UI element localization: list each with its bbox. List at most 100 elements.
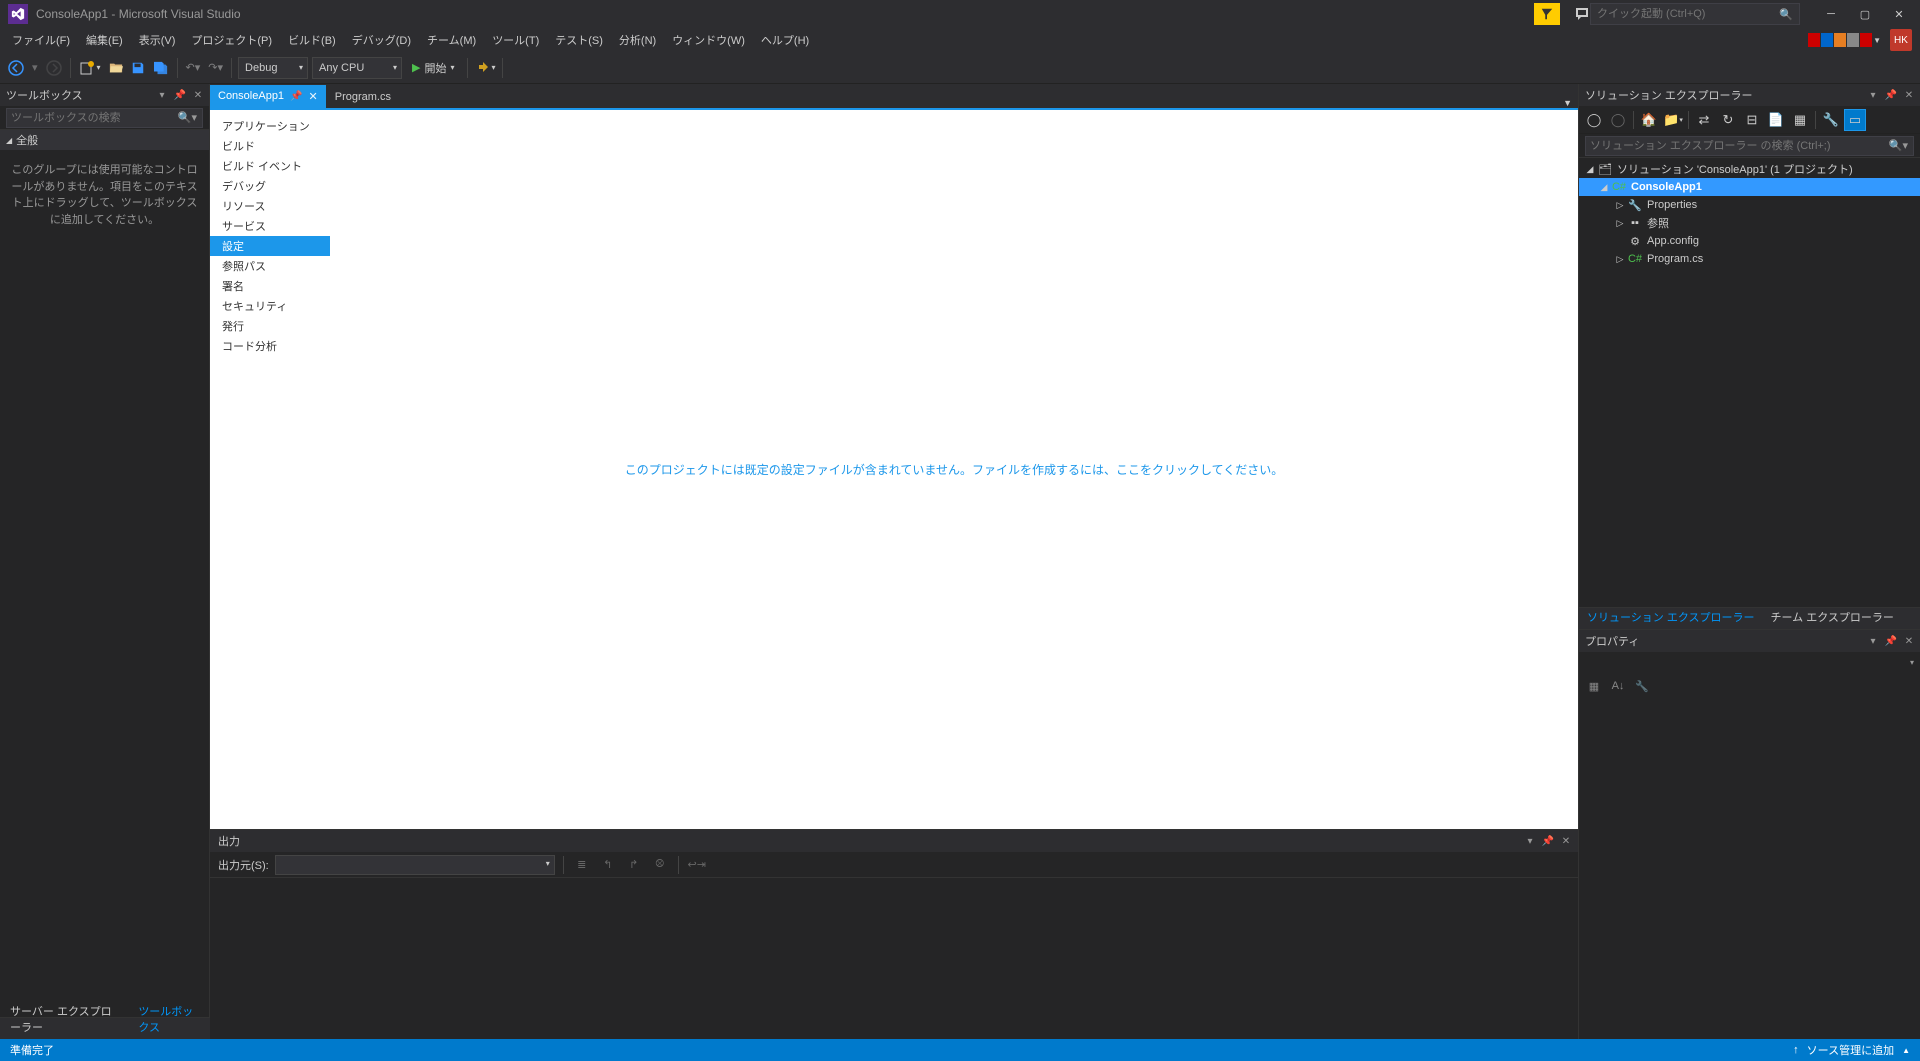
toolbox-search-input[interactable]	[6, 108, 203, 128]
expand-icon[interactable]: ◢	[1597, 182, 1611, 193]
menu-file[interactable]: ファイル(F)	[4, 29, 78, 51]
source-control-add[interactable]: ソース管理に追加	[1807, 1042, 1894, 1058]
menu-tools[interactable]: ツール(T)	[484, 29, 547, 51]
menu-help[interactable]: ヘルプ(H)	[753, 29, 817, 51]
flag-icon-5[interactable]	[1860, 33, 1872, 47]
user-avatar[interactable]: HK	[1890, 29, 1912, 51]
flag-icon-3[interactable]	[1834, 33, 1846, 47]
publish-target-icon[interactable]: ↑	[1793, 1044, 1799, 1056]
close-icon[interactable]: ✕	[309, 90, 318, 103]
settings-nav-build[interactable]: ビルド	[210, 136, 330, 156]
se-dropdown-icon[interactable]: ▾	[1865, 87, 1881, 103]
menu-test[interactable]: テスト(S)	[547, 29, 611, 51]
se-preview-icon[interactable]: ▦	[1789, 109, 1811, 131]
output-wrap-icon[interactable]: ↩⇥	[687, 855, 707, 875]
search-icon[interactable]: 🔍▾	[178, 111, 197, 124]
output-close-icon[interactable]: ✕	[1558, 833, 1574, 849]
tabs-dropdown-icon[interactable]: ▼	[1563, 98, 1572, 108]
tree-program-node[interactable]: ▷ C# Program.cs	[1579, 250, 1920, 268]
menu-view[interactable]: 表示(V)	[131, 29, 184, 51]
se-close-icon[interactable]: ✕	[1901, 87, 1917, 103]
flags-dropdown-icon[interactable]: ▼	[1873, 36, 1881, 45]
settings-nav-publish[interactable]: 発行	[210, 316, 330, 336]
quick-launch-box[interactable]: 🔍	[1590, 3, 1800, 25]
settings-nav-reference-paths[interactable]: 参照パス	[210, 256, 330, 276]
notification-flag-button[interactable]	[1534, 3, 1560, 25]
tree-project-node[interactable]: ◢ C# ConsoleApp1	[1579, 178, 1920, 196]
expand-icon[interactable]: ▷	[1613, 200, 1627, 211]
props-pin-icon[interactable]: 📌	[1883, 633, 1899, 649]
settings-nav-services[interactable]: サービス	[210, 216, 330, 236]
create-settings-link[interactable]: このプロジェクトには既定の設定ファイルが含まれていません。ファイルを作成するには…	[625, 461, 1284, 478]
save-button[interactable]	[127, 56, 149, 80]
se-search-input[interactable]	[1585, 136, 1914, 156]
tab-solution-explorer[interactable]: ソリューション エクスプローラー	[1579, 605, 1763, 629]
toolbox-group-general[interactable]: ◢ 全般	[0, 130, 209, 150]
se-preview-selected-icon[interactable]: ▭	[1844, 109, 1866, 131]
toolbox-dropdown-icon[interactable]: ▾	[154, 87, 170, 103]
se-home-icon[interactable]: 🏠	[1638, 109, 1660, 131]
output-prev-icon[interactable]: ↰	[598, 855, 618, 875]
tab-toolbox[interactable]: ツールボックス	[128, 999, 210, 1039]
output-goto-icon[interactable]: ≣	[572, 855, 592, 875]
nav-back-button[interactable]	[4, 56, 28, 80]
expand-icon[interactable]: ▷	[1613, 254, 1627, 265]
tree-solution-node[interactable]: ◢ 🗂 ソリューション 'ConsoleApp1' (1 プロジェクト)	[1579, 160, 1920, 178]
expand-icon[interactable]: ◢	[1583, 164, 1597, 175]
start-button[interactable]: ▶開始▾	[404, 56, 462, 80]
minimize-button[interactable]: ─	[1814, 2, 1848, 26]
config-combo[interactable]: Debug▾	[238, 57, 308, 79]
save-all-button[interactable]	[149, 56, 173, 80]
menu-project[interactable]: プロジェクト(P)	[183, 29, 280, 51]
flag-icon-4[interactable]	[1847, 33, 1859, 47]
settings-nav-settings[interactable]: 設定	[210, 236, 330, 256]
se-back-icon[interactable]: ◯	[1583, 109, 1605, 131]
tree-properties-node[interactable]: ▷ 🔧 Properties	[1579, 196, 1920, 214]
alphabetical-icon[interactable]: A↓	[1607, 675, 1629, 697]
tab-server-explorer[interactable]: サーバー エクスプローラー	[0, 999, 128, 1039]
tab-team-explorer[interactable]: チーム エクスプローラー	[1763, 605, 1902, 629]
categorized-icon[interactable]: ▦	[1583, 675, 1605, 697]
toolbox-close-icon[interactable]: ✕	[190, 87, 206, 103]
feedback-icon[interactable]	[1574, 6, 1590, 22]
se-showall-icon[interactable]: 📄	[1765, 109, 1787, 131]
undo-button[interactable]: ↶▾	[182, 56, 205, 80]
settings-nav-application[interactable]: アプリケーション	[210, 116, 330, 136]
props-close-icon[interactable]: ✕	[1901, 633, 1917, 649]
toolbox-pin-icon[interactable]: 📌	[172, 87, 188, 103]
new-project-button[interactable]: ▾	[75, 56, 105, 80]
flag-icon-1[interactable]	[1808, 33, 1820, 47]
menu-debug[interactable]: デバッグ(D)	[344, 29, 419, 51]
property-pages-icon[interactable]: 🔧	[1631, 675, 1653, 697]
settings-nav-signing[interactable]: 署名	[210, 276, 330, 296]
settings-nav-debug[interactable]: デバッグ	[210, 176, 330, 196]
search-icon[interactable]: 🔍▾	[1889, 139, 1908, 152]
se-sync-icon[interactable]: ⇄	[1693, 109, 1715, 131]
se-pin-icon[interactable]: 📌	[1883, 87, 1899, 103]
redo-button[interactable]: ↷▾	[204, 56, 227, 80]
props-object-dropdown-icon[interactable]: ▾	[1910, 658, 1914, 667]
menu-team[interactable]: チーム(M)	[419, 29, 484, 51]
output-clear-icon[interactable]: ⮾	[650, 855, 670, 875]
platform-combo[interactable]: Any CPU▾	[312, 57, 402, 79]
close-button[interactable]: ✕	[1882, 2, 1916, 26]
se-scope-icon[interactable]: 📁▾	[1662, 109, 1684, 131]
output-body[interactable]	[210, 878, 1578, 1039]
menu-analyze[interactable]: 分析(N)	[611, 29, 664, 51]
settings-nav-build-events[interactable]: ビルド イベント	[210, 156, 330, 176]
tree-appconfig-node[interactable]: ▷ ⚙ App.config	[1579, 232, 1920, 250]
output-source-combo[interactable]: ▾	[275, 855, 555, 875]
expand-icon[interactable]: ▷	[1613, 218, 1627, 229]
tab-consoleapp1[interactable]: ConsoleApp1 📌 ✕	[210, 85, 326, 108]
output-dropdown-icon[interactable]: ▾	[1522, 833, 1538, 849]
source-control-dropdown-icon[interactable]: ▲	[1902, 1046, 1910, 1055]
tree-references-node[interactable]: ▷ ▪▪ 参照	[1579, 214, 1920, 232]
flag-icon-2[interactable]	[1821, 33, 1833, 47]
menu-edit[interactable]: 編集(E)	[78, 29, 131, 51]
props-dropdown-icon[interactable]: ▾	[1865, 633, 1881, 649]
menu-window[interactable]: ウィンドウ(W)	[664, 29, 753, 51]
open-file-button[interactable]	[105, 56, 127, 80]
se-properties-icon[interactable]: 🔧	[1820, 109, 1842, 131]
quick-launch-input[interactable]	[1597, 8, 1777, 20]
se-collapse-icon[interactable]: ⊟	[1741, 109, 1763, 131]
